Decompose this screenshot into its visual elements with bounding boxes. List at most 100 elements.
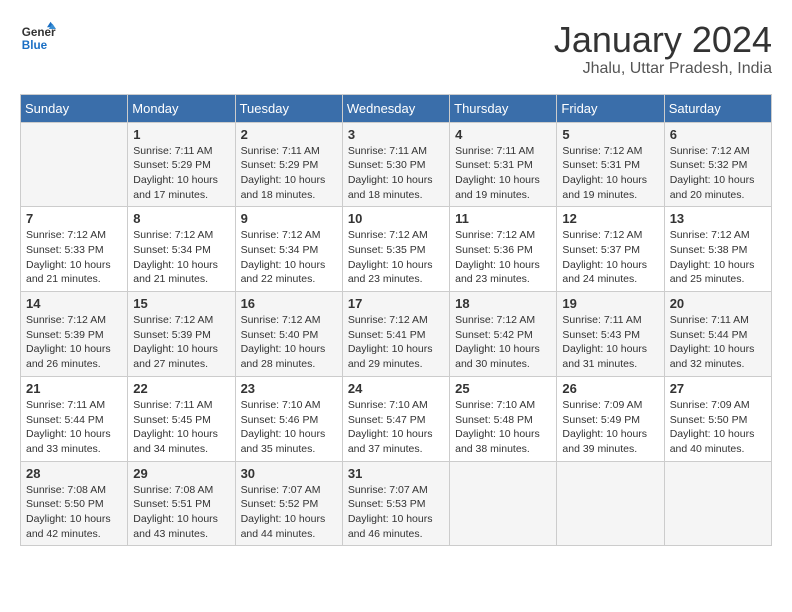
calendar-cell: 7 Sunrise: 7:12 AM Sunset: 5:33 PM Daylig… xyxy=(21,207,128,292)
logo: General Blue xyxy=(20,20,56,56)
day-number: 2 xyxy=(241,127,337,142)
calendar-cell: 17 Sunrise: 7:12 AM Sunset: 5:41 PM Dayli… xyxy=(342,292,449,377)
calendar-cell: 5 Sunrise: 7:12 AM Sunset: 5:31 PM Daylig… xyxy=(557,122,664,207)
day-number: 23 xyxy=(241,381,337,396)
day-info: Sunrise: 7:12 AM Sunset: 5:38 PM Dayligh… xyxy=(670,228,766,287)
calendar-table: Sunday Monday Tuesday Wednesday Thursday… xyxy=(20,94,772,547)
day-number: 7 xyxy=(26,211,122,226)
calendar-cell: 11 Sunrise: 7:12 AM Sunset: 5:36 PM Dayli… xyxy=(450,207,557,292)
calendar-cell: 15 Sunrise: 7:12 AM Sunset: 5:39 PM Dayli… xyxy=(128,292,235,377)
day-number: 17 xyxy=(348,296,444,311)
calendar-week-row: 14Sunrise: 7:12 AM Sunset: 5:39 PM Dayli… xyxy=(21,292,772,377)
day-info: Sunrise: 7:11 AM Sunset: 5:31 PM Dayligh… xyxy=(455,144,551,203)
day-info: Sunrise: 7:12 AM Sunset: 5:42 PM Dayligh… xyxy=(455,313,551,372)
calendar-cell: 12Sunrise: 7:12 AM Sunset: 5:37 PM Dayli… xyxy=(557,207,664,292)
day-info: Sunrise: 7:12 AM Sunset: 5:32 PM Dayligh… xyxy=(670,144,766,203)
calendar-cell xyxy=(450,461,557,546)
calendar-cell: 23 Sunrise: 7:10 AM Sunset: 5:46 PM Dayli… xyxy=(235,376,342,461)
calendar-cell: 27Sunrise: 7:09 AM Sunset: 5:50 PM Dayli… xyxy=(664,376,771,461)
day-info: Sunrise: 7:12 AM Sunset: 5:39 PM Dayligh… xyxy=(133,313,229,372)
day-info: Sunrise: 7:08 AM Sunset: 5:51 PM Dayligh… xyxy=(133,483,229,542)
day-info: Sunrise: 7:10 AM Sunset: 5:46 PM Dayligh… xyxy=(241,398,337,457)
header-wednesday: Wednesday xyxy=(342,94,449,122)
calendar-cell: 1Sunrise: 7:11 AM Sunset: 5:29 PM Daylig… xyxy=(128,122,235,207)
header-thursday: Thursday xyxy=(450,94,557,122)
calendar-cell: 28Sunrise: 7:08 AM Sunset: 5:50 PM Dayli… xyxy=(21,461,128,546)
day-number: 26 xyxy=(562,381,658,396)
day-info: Sunrise: 7:12 AM Sunset: 5:34 PM Dayligh… xyxy=(133,228,229,287)
weekday-header-row: Sunday Monday Tuesday Wednesday Thursday… xyxy=(21,94,772,122)
day-info: Sunrise: 7:11 AM Sunset: 5:29 PM Dayligh… xyxy=(133,144,229,203)
calendar-cell: 25 Sunrise: 7:10 AM Sunset: 5:48 PM Dayli… xyxy=(450,376,557,461)
day-info: Sunrise: 7:08 AM Sunset: 5:50 PM Dayligh… xyxy=(26,483,122,542)
day-number: 4 xyxy=(455,127,551,142)
calendar-cell xyxy=(557,461,664,546)
calendar-cell: 29 Sunrise: 7:08 AM Sunset: 5:51 PM Dayli… xyxy=(128,461,235,546)
header-sunday: Sunday xyxy=(21,94,128,122)
calendar-cell: 22Sunrise: 7:11 AM Sunset: 5:45 PM Dayli… xyxy=(128,376,235,461)
calendar-week-row: 21Sunrise: 7:11 AM Sunset: 5:44 PM Dayli… xyxy=(21,376,772,461)
day-info: Sunrise: 7:12 AM Sunset: 5:33 PM Dayligh… xyxy=(26,228,122,287)
day-number: 10 xyxy=(348,211,444,226)
day-number: 15 xyxy=(133,296,229,311)
day-number: 13 xyxy=(670,211,766,226)
calendar-cell: 30 Sunrise: 7:07 AM Sunset: 5:52 PM Dayli… xyxy=(235,461,342,546)
day-number: 9 xyxy=(241,211,337,226)
calendar-subtitle: Jhalu, Uttar Pradesh, India xyxy=(554,60,772,78)
day-info: Sunrise: 7:11 AM Sunset: 5:44 PM Dayligh… xyxy=(26,398,122,457)
day-info: Sunrise: 7:12 AM Sunset: 5:31 PM Dayligh… xyxy=(562,144,658,203)
calendar-title: January 2024 xyxy=(554,20,772,60)
calendar-cell: 3Sunrise: 7:11 AM Sunset: 5:30 PM Daylig… xyxy=(342,122,449,207)
day-info: Sunrise: 7:10 AM Sunset: 5:48 PM Dayligh… xyxy=(455,398,551,457)
calendar-week-row: 7 Sunrise: 7:12 AM Sunset: 5:33 PM Daylig… xyxy=(21,207,772,292)
day-info: Sunrise: 7:11 AM Sunset: 5:29 PM Dayligh… xyxy=(241,144,337,203)
day-info: Sunrise: 7:12 AM Sunset: 5:40 PM Dayligh… xyxy=(241,313,337,372)
day-info: Sunrise: 7:07 AM Sunset: 5:52 PM Dayligh… xyxy=(241,483,337,542)
calendar-cell xyxy=(21,122,128,207)
day-info: Sunrise: 7:11 AM Sunset: 5:43 PM Dayligh… xyxy=(562,313,658,372)
calendar-cell: 2 Sunrise: 7:11 AM Sunset: 5:29 PM Daylig… xyxy=(235,122,342,207)
calendar-cell: 6 Sunrise: 7:12 AM Sunset: 5:32 PM Daylig… xyxy=(664,122,771,207)
day-number: 22 xyxy=(133,381,229,396)
day-info: Sunrise: 7:12 AM Sunset: 5:39 PM Dayligh… xyxy=(26,313,122,372)
day-info: Sunrise: 7:11 AM Sunset: 5:44 PM Dayligh… xyxy=(670,313,766,372)
day-info: Sunrise: 7:11 AM Sunset: 5:30 PM Dayligh… xyxy=(348,144,444,203)
calendar-cell: 24 Sunrise: 7:10 AM Sunset: 5:47 PM Dayli… xyxy=(342,376,449,461)
svg-text:Blue: Blue xyxy=(22,39,48,52)
header-tuesday: Tuesday xyxy=(235,94,342,122)
day-info: Sunrise: 7:12 AM Sunset: 5:36 PM Dayligh… xyxy=(455,228,551,287)
calendar-cell: 9 Sunrise: 7:12 AM Sunset: 5:34 PM Daylig… xyxy=(235,207,342,292)
day-info: Sunrise: 7:10 AM Sunset: 5:47 PM Dayligh… xyxy=(348,398,444,457)
calendar-cell xyxy=(664,461,771,546)
day-number: 5 xyxy=(562,127,658,142)
day-number: 18 xyxy=(455,296,551,311)
day-number: 11 xyxy=(455,211,551,226)
day-number: 24 xyxy=(348,381,444,396)
day-info: Sunrise: 7:09 AM Sunset: 5:49 PM Dayligh… xyxy=(562,398,658,457)
calendar-cell: 26 Sunrise: 7:09 AM Sunset: 5:49 PM Dayli… xyxy=(557,376,664,461)
calendar-cell: 14Sunrise: 7:12 AM Sunset: 5:39 PM Dayli… xyxy=(21,292,128,377)
day-number: 25 xyxy=(455,381,551,396)
calendar-cell: 31Sunrise: 7:07 AM Sunset: 5:53 PM Dayli… xyxy=(342,461,449,546)
header-monday: Monday xyxy=(128,94,235,122)
day-info: Sunrise: 7:12 AM Sunset: 5:35 PM Dayligh… xyxy=(348,228,444,287)
calendar-cell: 4 Sunrise: 7:11 AM Sunset: 5:31 PM Daylig… xyxy=(450,122,557,207)
day-number: 30 xyxy=(241,466,337,481)
calendar-cell: 10 Sunrise: 7:12 AM Sunset: 5:35 PM Dayli… xyxy=(342,207,449,292)
day-number: 16 xyxy=(241,296,337,311)
day-info: Sunrise: 7:12 AM Sunset: 5:34 PM Dayligh… xyxy=(241,228,337,287)
header-friday: Friday xyxy=(557,94,664,122)
day-info: Sunrise: 7:07 AM Sunset: 5:53 PM Dayligh… xyxy=(348,483,444,542)
logo-icon: General Blue xyxy=(20,20,56,56)
calendar-cell: 21Sunrise: 7:11 AM Sunset: 5:44 PM Dayli… xyxy=(21,376,128,461)
day-number: 6 xyxy=(670,127,766,142)
calendar-cell: 19 Sunrise: 7:11 AM Sunset: 5:43 PM Dayli… xyxy=(557,292,664,377)
day-number: 8 xyxy=(133,211,229,226)
day-number: 19 xyxy=(562,296,658,311)
calendar-cell: 20Sunrise: 7:11 AM Sunset: 5:44 PM Dayli… xyxy=(664,292,771,377)
page-header: General Blue January 2024 Jhalu, Uttar P… xyxy=(20,20,772,78)
calendar-week-row: 28Sunrise: 7:08 AM Sunset: 5:50 PM Dayli… xyxy=(21,461,772,546)
day-info: Sunrise: 7:12 AM Sunset: 5:41 PM Dayligh… xyxy=(348,313,444,372)
day-number: 29 xyxy=(133,466,229,481)
day-number: 12 xyxy=(562,211,658,226)
